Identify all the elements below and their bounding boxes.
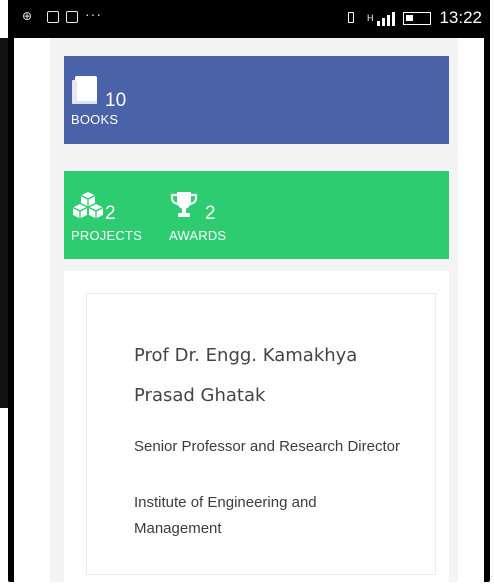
profile-card: Prof Dr. Engg. Kamakhya Prasad Ghatak Se…	[86, 293, 436, 575]
books-stat-card[interactable]: 10 BOOKS	[64, 56, 449, 144]
cubes-icon	[71, 191, 105, 224]
status-bar-right: H 13:22	[343, 8, 482, 28]
awards-count: 2	[205, 203, 216, 224]
screenshot-stage: ⊕ ··· H 13:22 10 BOOKS 2 PROJECTS 2 AWAR…	[0, 0, 494, 586]
mail-icon	[66, 10, 78, 23]
projects-awards-card[interactable]: 2 PROJECTS 2 AWARDS	[64, 171, 449, 259]
vibrate-icon	[343, 10, 359, 26]
svg-text:⊕: ⊕	[22, 9, 32, 22]
projects-label: PROJECTS	[71, 228, 142, 243]
awards-label: AWARDS	[169, 228, 227, 243]
status-bar: ⊕ ··· H 13:22	[8, 0, 490, 38]
clock: 13:22	[439, 8, 482, 27]
trophy-icon	[169, 191, 199, 224]
profile-page: 10 BOOKS 2 PROJECTS 2 AWARDS Prof Dr. En…	[50, 38, 458, 582]
awards-stat[interactable]: 2 AWARDS	[169, 191, 226, 243]
more-notifications: ···	[85, 5, 102, 22]
profile-title: Senior Professor and Research Director	[134, 438, 400, 455]
books-stat: 10 BOOKS	[71, 74, 126, 127]
books-count: 10	[105, 90, 127, 111]
signal-icon	[377, 10, 396, 26]
book-icon	[71, 74, 101, 111]
image-icon	[47, 10, 59, 23]
projects-stat[interactable]: 2 PROJECTS	[71, 191, 142, 243]
projects-count: 2	[105, 203, 116, 224]
profile-name: Prof Dr. Engg. Kamakhya Prasad Ghatak	[134, 345, 358, 406]
books-label: BOOKS	[71, 112, 119, 127]
background-shadow	[0, 38, 8, 408]
profile-organization: Institute of Engineering and Management	[134, 494, 317, 537]
battery-icon	[403, 11, 432, 25]
profile-section: Prof Dr. Engg. Kamakhya Prasad Ghatak Se…	[64, 271, 449, 582]
network-type: H	[366, 12, 374, 23]
status-bar-left: ⊕ ···	[22, 5, 102, 25]
carrier-icon: ⊕	[22, 8, 40, 25]
app-screen: 10 BOOKS 2 PROJECTS 2 AWARDS Prof Dr. En…	[14, 38, 484, 582]
